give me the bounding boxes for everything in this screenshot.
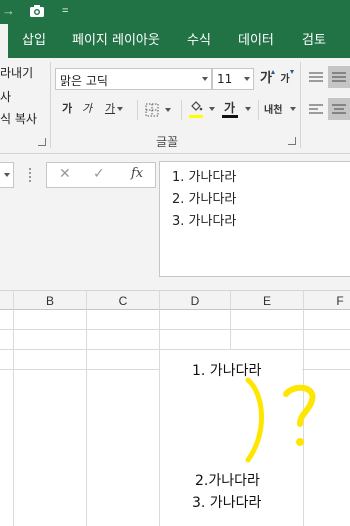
formula-line: 2. 가나다라 (172, 192, 237, 207)
chevron-down-icon (202, 77, 208, 81)
cancel-button[interactable]: ✕ (59, 166, 71, 182)
title-bar: → = (0, 0, 350, 24)
chevron-down-icon (244, 77, 250, 81)
formula-input[interactable]: 1. 가나다라 2. 가나다라 3. 가나다라 (159, 161, 350, 277)
insert-function-button[interactable]: fx (131, 166, 143, 181)
font-dialog-launcher-icon[interactable] (288, 137, 296, 145)
chevron-down-icon (245, 107, 251, 111)
chevron-down-icon (165, 108, 171, 112)
column-gridline (86, 290, 87, 526)
tab-page-layout[interactable]: 페이지 레이아웃 (72, 24, 160, 58)
formula-line: 1. 가나다라 (172, 170, 237, 185)
align-top-button[interactable] (306, 66, 326, 88)
font-color-swatch (222, 115, 238, 118)
group-divider (300, 62, 301, 148)
group-divider (181, 100, 182, 120)
copy-button[interactable]: 사 (0, 88, 11, 105)
chevron-down-icon (4, 173, 10, 177)
group-divider (50, 62, 51, 148)
formula-bar-grip-icon[interactable] (29, 168, 32, 182)
underline-button[interactable]: 가 (100, 98, 128, 120)
border-button[interactable] (145, 101, 171, 119)
tab-data[interactable]: 데이터 (238, 24, 274, 58)
ribbon-tab-bar: 삽입 페이지 레이아웃 수식 데이터 검토 (0, 24, 350, 58)
clipboard-launcher-icon[interactable] (38, 138, 46, 146)
column-header-e[interactable]: E (231, 291, 303, 311)
align-left-icon (309, 104, 323, 114)
bold-label: 가 (61, 102, 73, 115)
format-painter-button[interactable]: 식 복사 (0, 110, 37, 127)
tab-review[interactable]: 검토 (302, 24, 326, 58)
chevron-down-icon (290, 107, 296, 111)
font-size-value: 11 (217, 72, 233, 86)
camera-icon[interactable] (29, 4, 45, 23)
cell-line: 2.가나다라 (195, 473, 260, 489)
align-left-button[interactable] (306, 98, 326, 120)
customize-qat-icon[interactable]: = (62, 2, 68, 20)
italic-label: 가 (81, 102, 93, 115)
font-color-label: 가 (224, 101, 236, 115)
tab-insert[interactable]: 삽입 (22, 24, 46, 58)
row-gridline (0, 329, 350, 330)
bold-button[interactable]: 가 (60, 98, 74, 120)
formula-line: 3. 가나다라 (172, 214, 237, 229)
group-divider (137, 100, 138, 120)
font-color-button[interactable]: 가 (222, 98, 252, 122)
chevron-down-icon (209, 107, 215, 111)
underline-label: 가 (104, 102, 116, 115)
paint-bucket-icon (191, 101, 203, 111)
font-name-select[interactable]: 맑은 고딕 (55, 68, 212, 90)
phonetic-guide-button[interactable]: 내천 (262, 98, 296, 122)
column-header-f[interactable]: F (304, 291, 350, 311)
tab-home[interactable] (0, 24, 8, 58)
group-divider (258, 100, 259, 120)
column-header-c[interactable]: C (87, 291, 159, 311)
annotation-mark (245, 377, 316, 463)
fill-color-button[interactable] (189, 98, 215, 122)
formula-buttons: ✕ ✓ fx (46, 162, 156, 188)
align-middle-icon (332, 72, 346, 82)
column-header-b[interactable]: B (14, 291, 86, 311)
align-middle-button[interactable] (328, 66, 350, 88)
align-center-icon (332, 104, 346, 114)
font-group-label: 글꼴 (156, 135, 179, 149)
align-top-icon (309, 72, 323, 82)
cut-button[interactable]: 라내기 (0, 64, 33, 81)
cell-line: 3. 가나다라 (192, 495, 262, 511)
tab-formulas[interactable]: 수식 (187, 24, 211, 58)
grow-font-arrow-icon (271, 70, 275, 74)
shrink-font-arrow-icon (290, 70, 294, 74)
column-header-d[interactable]: D (160, 291, 230, 311)
column-headers: B C D E F (0, 290, 350, 310)
font-name-value: 맑은 고딕 (60, 74, 108, 88)
enter-button[interactable]: ✓ (93, 166, 105, 182)
font-size-select[interactable]: 11 (212, 68, 254, 90)
ribbon: 라내기 사 식 복사 맑은 고딕 11 가 가 가 가 가 가 내천 글꼴 (0, 58, 350, 154)
name-box[interactable] (0, 162, 14, 188)
border-icon (145, 103, 159, 117)
chevron-down-icon (117, 107, 124, 111)
fill-color-swatch (189, 115, 203, 118)
shrink-font-label: 가 (280, 74, 290, 85)
align-center-button[interactable] (328, 98, 350, 120)
phonetic-guide-label: 내천 (264, 105, 283, 116)
quick-access-arrow[interactable]: → (2, 2, 15, 20)
column-gridline (13, 290, 14, 526)
italic-button[interactable]: 가 (80, 98, 94, 120)
